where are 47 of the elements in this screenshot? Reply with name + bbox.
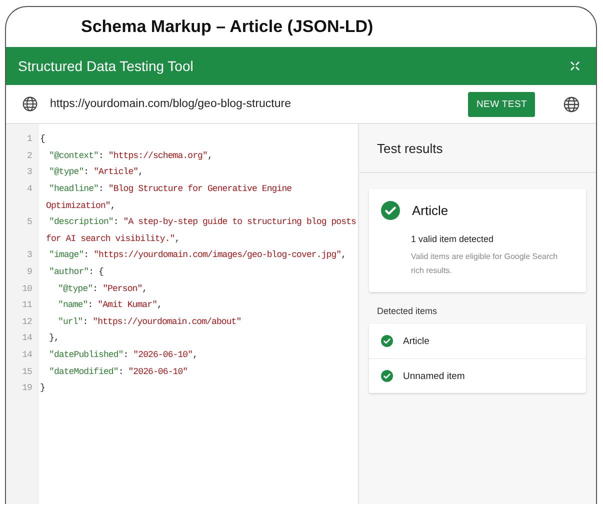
app-title: Structured Data Testing Tool (18, 58, 194, 74)
line-number: 14 (21, 350, 32, 360)
code-line: "@type": "Person", (58, 284, 148, 294)
code-line: Optimization", (46, 200, 116, 211)
line-number: 11 (21, 300, 32, 310)
line-number: 5 (26, 217, 32, 228)
line-number: 3 (26, 250, 32, 260)
code-line: "image": "https://yourdomain.com/images/geo-blog-cover.jpg", (49, 250, 346, 260)
code-line: }, (49, 333, 59, 344)
check-circle-icon (381, 335, 393, 347)
code-line: "description": "A step-by-step guide to structuring blog posts (49, 217, 356, 228)
collapse-icon[interactable] (570, 61, 580, 71)
summary-note: Valid items are eligible for Google Search rich results. (410, 251, 559, 277)
code-line: "@type": "Article", (49, 167, 144, 178)
line-number: 15 (21, 366, 32, 377)
line-number: 3 (26, 167, 32, 178)
line-number: 4 (26, 184, 32, 194)
check-circle-icon (381, 370, 393, 382)
code-line: "headline": "Blog Structure for Generative Engine (49, 184, 292, 194)
line-number: 12 (21, 316, 32, 327)
line-number: 14 (21, 333, 32, 344)
line-number: 10 (21, 284, 32, 294)
detected-item[interactable]: Unnamed item (403, 370, 465, 382)
valid-count: 1 valid item detected (410, 233, 495, 244)
line-number: 2 (26, 150, 32, 161)
detected-item[interactable]: Article (403, 336, 430, 346)
summary-title: Article (412, 203, 448, 218)
code-line: } (40, 383, 45, 394)
new-test-button[interactable]: NEW TEST (468, 92, 535, 116)
results-title: Test results (359, 124, 596, 173)
code-line: "url": "https://yourdomain.com/about" (58, 316, 242, 327)
globe-icon (563, 96, 580, 112)
page-heading: Schema Markup – Article (JSON-LD) (80, 16, 374, 38)
detected-items-label: Detected items (376, 305, 438, 316)
code-line: "datePublished": "2026-06-10", (49, 350, 198, 360)
line-number: 19 (21, 383, 32, 394)
check-circle-icon (381, 201, 400, 220)
code-line: { (40, 134, 45, 144)
code-line: "name": "Amit Kumar", (58, 300, 162, 310)
line-number: 9 (26, 267, 32, 278)
code-line: "@context": "https://schema.org", (49, 150, 212, 161)
url-text[interactable]: https://yourdomain.com/blog/geo-blog-structure (50, 98, 456, 110)
line-number: 1 (26, 134, 32, 144)
globe-icon (22, 96, 38, 112)
code-line: "author": { (49, 267, 104, 278)
code-line: "dateModified": "2026-06-10" (49, 366, 188, 377)
code-line: for AI search visibility.", (46, 234, 180, 244)
